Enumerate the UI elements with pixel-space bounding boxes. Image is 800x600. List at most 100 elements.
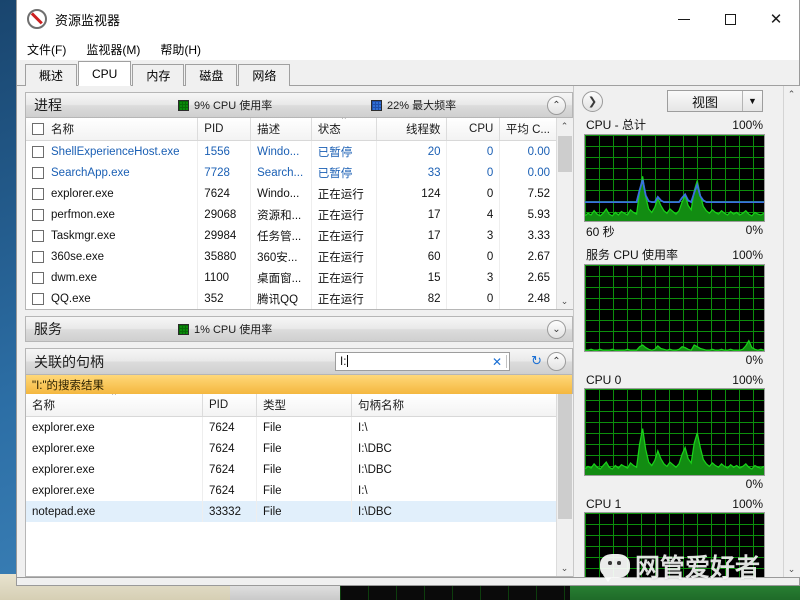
processes-table-body: ShellExperienceHost.exe 1556 Windo... 已暂…: [26, 141, 556, 309]
column-header-avg-cpu[interactable]: 平均 C...: [500, 118, 556, 140]
column-header-threads[interactable]: 线程数: [377, 118, 448, 140]
scrollbar-thumb[interactable]: [557, 136, 572, 172]
process-cpu-cell: 0: [447, 183, 501, 204]
tab-network[interactable]: 网络: [238, 64, 291, 86]
scroll-down-arrow-icon[interactable]: ⌄: [556, 293, 573, 309]
processes-section-header[interactable]: 进程 9% CPU 使用率 22% 最大频率 ⌃: [25, 92, 573, 118]
view-dropdown-label: 视图: [691, 94, 718, 110]
graph-list[interactable]: CPU - 总计 100% 60 秒 0% 服务 CPU 使用率 100% 0%…: [574, 116, 783, 577]
menu-item-help[interactable]: 帮助(H): [160, 41, 201, 58]
view-dropdown[interactable]: 视图 ▼: [667, 90, 763, 112]
handle-type-cell: File: [257, 459, 352, 480]
column-header-status[interactable]: ⌃ 状态: [312, 118, 378, 140]
graph-panel-scrollbar[interactable]: ⌃ ⌄: [783, 86, 800, 577]
column-header-cpu[interactable]: CPU: [447, 118, 501, 140]
handles-collapse-button[interactable]: ⌃: [547, 352, 566, 371]
chart-service-cpu-labels: 服务 CPU 使用率 100%: [584, 246, 765, 264]
tab-cpu[interactable]: CPU: [78, 61, 132, 86]
process-desc-cell: 资源和...: [251, 204, 312, 225]
column-header-pid[interactable]: PID: [198, 118, 252, 140]
column-header-name[interactable]: 名称: [26, 118, 199, 140]
scroll-up-arrow-icon[interactable]: ⌃: [783, 86, 800, 102]
handles-section-header[interactable]: 关联的句柄 I: ✕ ↻ ⌃: [25, 348, 573, 375]
chart-ymin-label: 0%: [745, 477, 763, 491]
table-row[interactable]: explorer.exe 7624 File I:\DBC: [26, 438, 556, 459]
handle-column-header-handle-name[interactable]: 句柄名称: [352, 394, 524, 416]
table-row[interactable]: notepad.exe 33332 File I:\DBC: [26, 501, 556, 522]
maximize-button[interactable]: [707, 0, 753, 38]
scroll-down-arrow-icon[interactable]: ⌄: [783, 561, 800, 577]
tab-disk[interactable]: 磁盘: [185, 64, 238, 86]
window-bottom-edge: [16, 578, 800, 586]
row-checkbox[interactable]: [32, 145, 44, 158]
handle-column-header-name[interactable]: ⌃ 名称: [26, 394, 203, 416]
scroll-up-arrow-icon[interactable]: ⌃: [556, 118, 573, 134]
handle-search-input[interactable]: I:: [340, 355, 488, 368]
process-pid-cell: 352: [198, 288, 252, 309]
chart-service-cpu-plot: [584, 264, 765, 352]
processes-collapse-button[interactable]: ⌃: [547, 96, 566, 115]
chart-ymin-label: 0%: [745, 223, 763, 237]
row-checkbox[interactable]: [32, 250, 44, 263]
minimize-button[interactable]: [661, 0, 707, 38]
table-row[interactable]: explorer.exe 7624 File I:\: [26, 417, 556, 438]
services-cpu-usage-text: 1% CPU 使用率: [194, 324, 273, 336]
process-name-label: Taskmgr.exe: [51, 229, 116, 242]
row-checkbox[interactable]: [32, 208, 44, 221]
services-expand-button[interactable]: ⌄: [547, 320, 566, 339]
table-row[interactable]: explorer.exe 7624 File I:\DBC: [26, 459, 556, 480]
chevron-up-icon: ⌃: [552, 99, 561, 111]
tab-memory[interactable]: 内存: [132, 64, 185, 86]
scrollbar-track[interactable]: [556, 134, 573, 293]
handles-scrollbar[interactable]: ⌄: [556, 394, 573, 576]
row-checkbox[interactable]: [32, 271, 44, 284]
row-checkbox[interactable]: [32, 229, 44, 242]
refresh-search-icon[interactable]: ↻: [531, 353, 542, 369]
handle-column-header-type[interactable]: 类型: [257, 394, 352, 416]
process-pid-cell: 7728: [198, 162, 252, 183]
scroll-down-arrow-icon[interactable]: ⌄: [556, 560, 573, 576]
table-row[interactable]: dwm.exe 1100 桌面窗... 正在运行 15 3 2.65: [26, 267, 556, 288]
expand-panel-button[interactable]: ❯: [582, 90, 603, 112]
scrollbar-track[interactable]: [783, 102, 800, 561]
table-row[interactable]: perfmon.exe 29068 资源和... 正在运行 17 4 5.93: [26, 204, 556, 225]
row-checkbox[interactable]: [32, 166, 44, 179]
table-row[interactable]: ShellExperienceHost.exe 1556 Windo... 已暂…: [26, 141, 556, 162]
select-all-checkbox[interactable]: [32, 123, 44, 135]
handle-name-cell: explorer.exe: [26, 417, 203, 438]
process-status-cell: 正在运行: [312, 204, 378, 225]
handle-path-cell: I:\DBC: [358, 463, 392, 476]
menu-item-file[interactable]: 文件(F): [27, 41, 66, 58]
process-status-cell: 正在运行: [312, 288, 378, 309]
tab-overview[interactable]: 概述: [25, 64, 78, 86]
handles-table: ⌃ 名称 PID 类型 句柄名称 explorer.exe 7624 File …: [25, 394, 573, 577]
table-row[interactable]: QQ.exe 352 腾讯QQ 正在运行 82 0 2.48: [26, 288, 556, 309]
chart-cpu-0-footer: 0%: [584, 476, 765, 491]
handle-search-box[interactable]: I: ✕: [335, 352, 510, 371]
clear-search-icon[interactable]: ✕: [488, 355, 506, 369]
table-row[interactable]: 360se.exe 35880 360安... 正在运行 60 0 2.67: [26, 246, 556, 267]
services-section-header[interactable]: 服务 1% CPU 使用率 ⌄: [25, 316, 573, 342]
handle-name-cell: explorer.exe: [26, 438, 203, 459]
process-avg-cell: 0.00: [527, 145, 551, 158]
handles-title: 关联的句柄: [34, 353, 104, 370]
process-threads-cell: 124: [377, 183, 448, 204]
scrollbar-track[interactable]: [556, 394, 573, 560]
handle-column-header-pid[interactable]: PID: [203, 394, 257, 416]
table-row[interactable]: explorer.exe 7624 Windo... 正在运行 124 0 7.…: [26, 183, 556, 204]
row-checkbox[interactable]: [32, 187, 44, 200]
processes-scrollbar[interactable]: ⌃ ⌄: [556, 118, 573, 309]
process-threads-cell: 17: [377, 225, 448, 246]
row-checkbox[interactable]: [32, 292, 44, 305]
window-title: 资源监视器: [55, 12, 121, 28]
table-row[interactable]: SearchApp.exe 7728 Search... 已暂停 33 0 0.…: [26, 162, 556, 183]
close-button[interactable]: ✕: [753, 0, 799, 38]
scrollbar-thumb[interactable]: [557, 394, 572, 519]
text-caret: [347, 355, 349, 367]
table-row[interactable]: explorer.exe 7624 File I:\: [26, 480, 556, 501]
column-header-description[interactable]: 描述: [251, 118, 312, 140]
chart-cpu-1-plot: [584, 512, 765, 577]
menu-item-monitor[interactable]: 监视器(M): [86, 41, 140, 58]
process-name-cell: dwm.exe: [26, 267, 199, 288]
table-row[interactable]: Taskmgr.exe 29984 任务管... 正在运行 17 3 3.33: [26, 225, 556, 246]
